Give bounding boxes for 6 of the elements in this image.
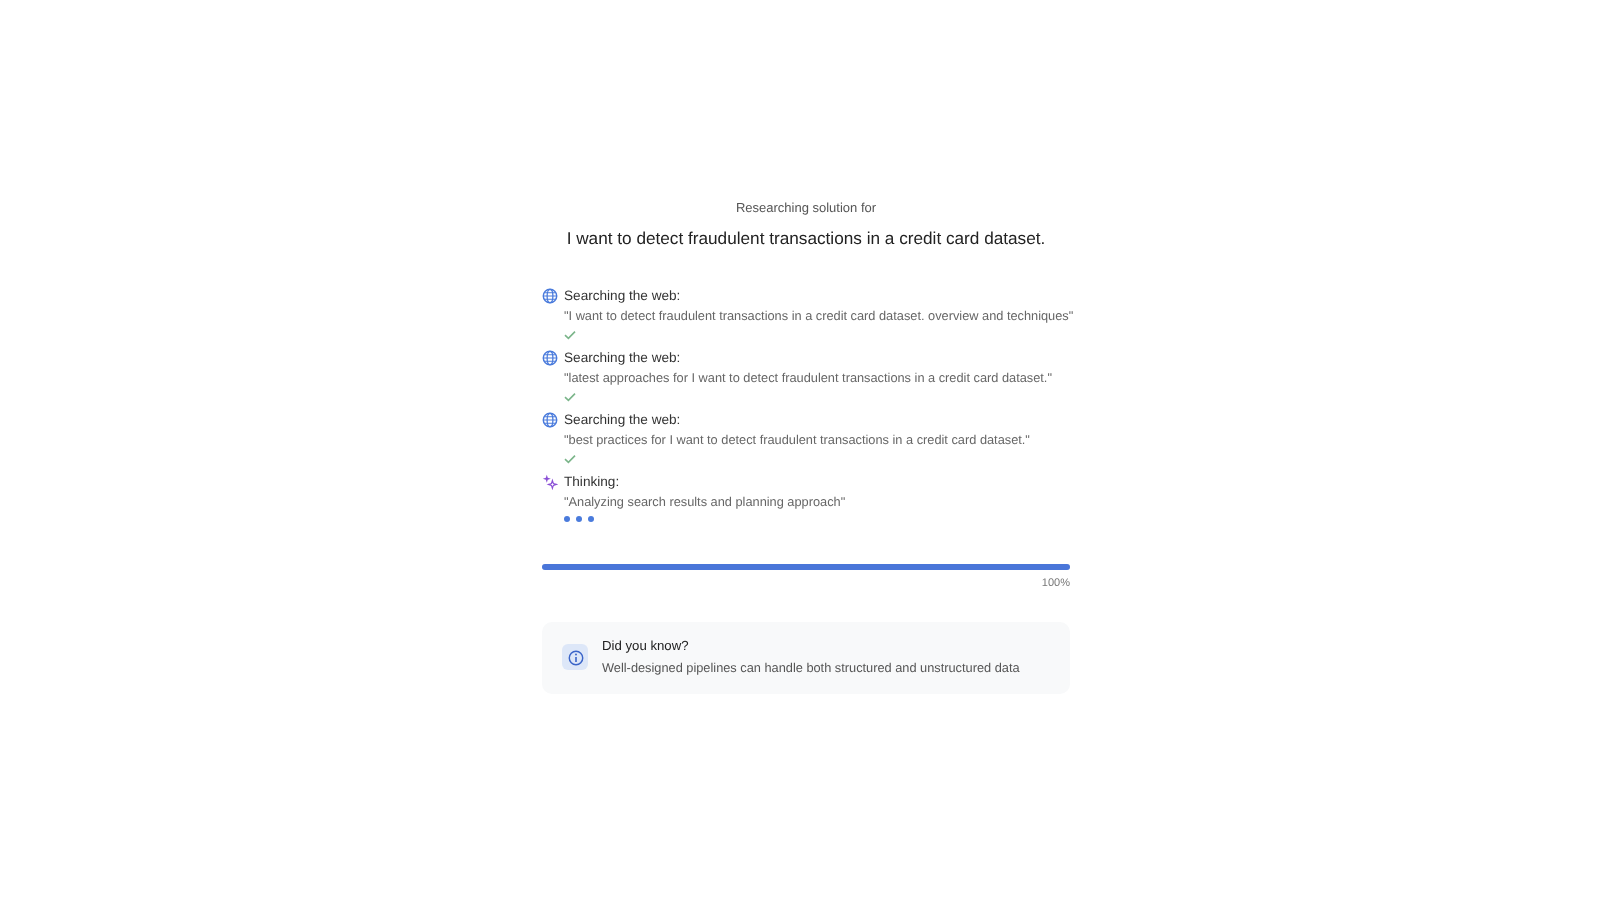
info-icon — [562, 644, 588, 670]
globe-icon — [542, 350, 558, 366]
globe-icon — [542, 412, 558, 428]
sparkle-icon — [542, 474, 558, 490]
globe-icon — [542, 288, 558, 304]
query-heading: I want to detect fraudulent transactions in a credit card dataset. — [564, 228, 1048, 248]
